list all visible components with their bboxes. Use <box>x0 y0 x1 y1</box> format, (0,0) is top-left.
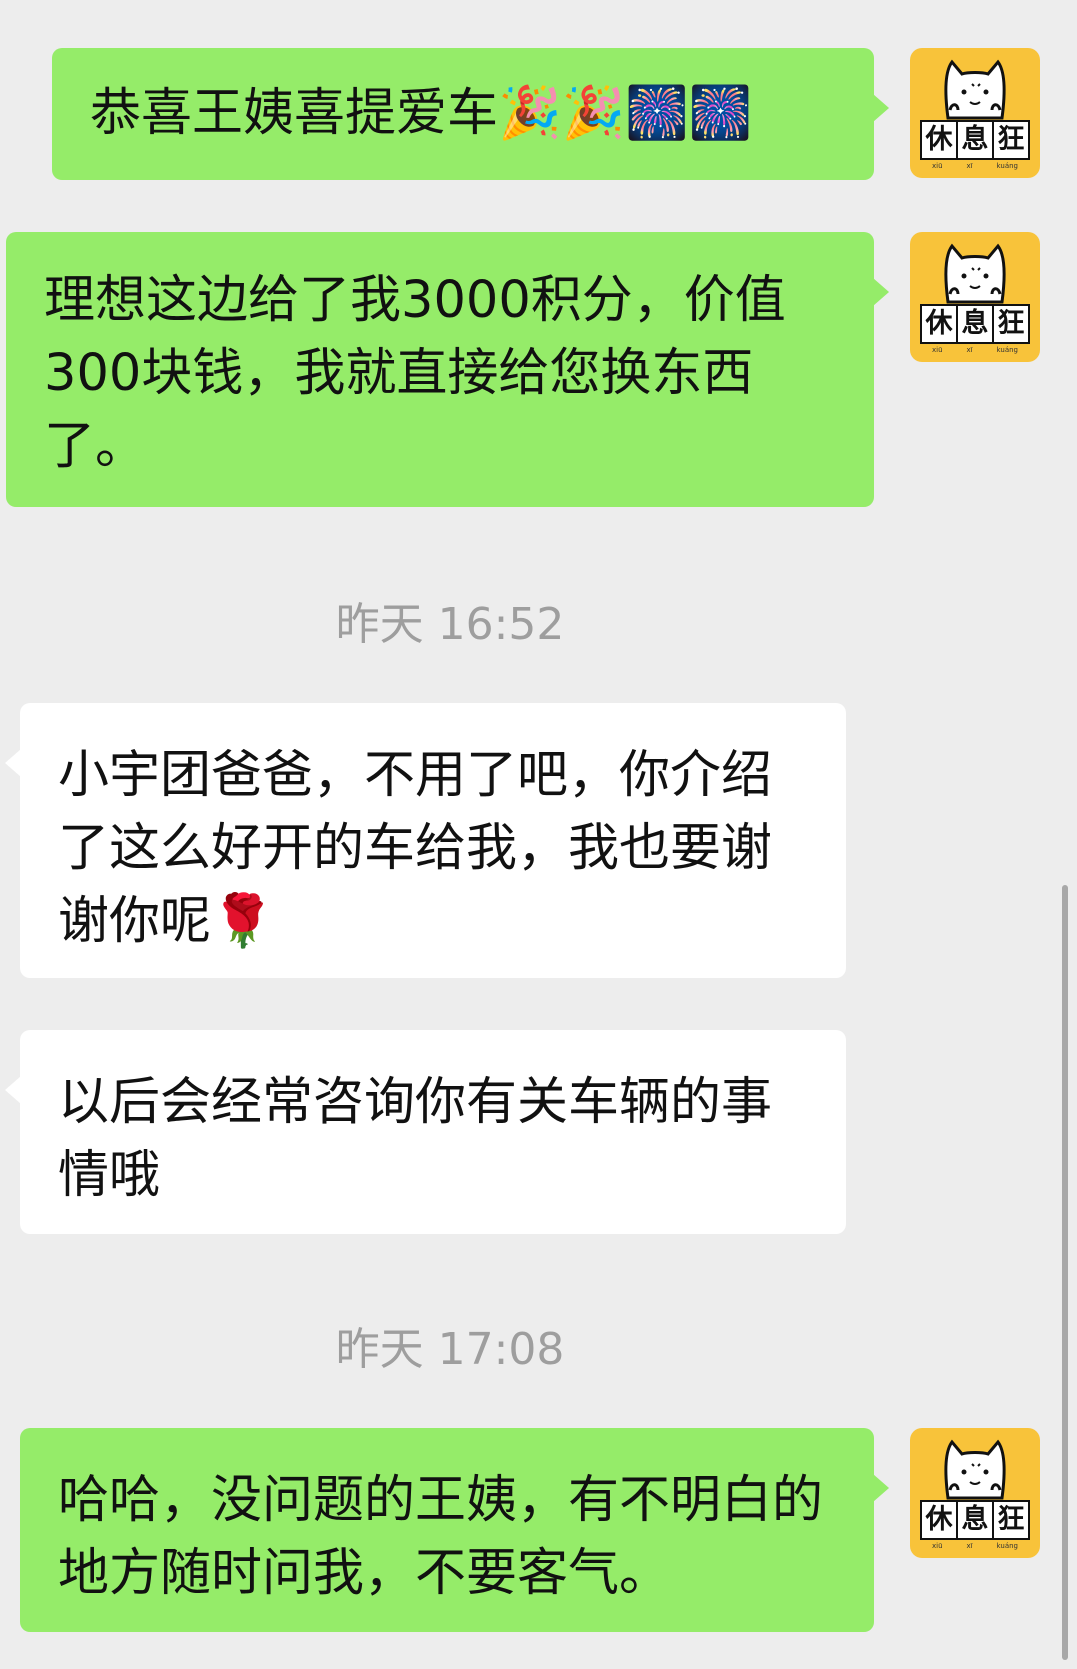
avatar-pinyin: xiū xī kuáng <box>931 1542 1018 1550</box>
message-bubble-outgoing[interactable]: 理想这边给了我3000积分，价值300块钱，我就直接给您换东西了。 <box>6 232 889 507</box>
message-text: 以后会经常咨询你有关车辆的事情哦 <box>58 1073 773 1205</box>
message-text: 小宇团爸爸，不用了吧，你介绍了这么好开的车给我，我也要谢谢你呢🌹 <box>58 746 773 951</box>
chat-window: 恭喜王姨喜提爱车🎉🎉🎆🎆 休 息 狂 xiū xī kuáng 理想这边给了我3… <box>0 0 1077 1669</box>
message-timestamp: 昨天 17:08 <box>335 1324 565 1375</box>
cat-mascot-icon <box>944 243 1006 304</box>
avatar[interactable]: 休 息 狂 xiū xī kuáng <box>910 48 1040 178</box>
avatar[interactable]: 休 息 狂 xiū xī kuáng <box>910 232 1040 362</box>
message-bubble-incoming[interactable]: 小宇团爸爸，不用了吧，你介绍了这么好开的车给我，我也要谢谢你呢🌹 <box>5 703 846 978</box>
avatar-logo: 休 息 狂 <box>920 1500 1030 1540</box>
message-bubble-outgoing[interactable]: 恭喜王姨喜提爱车🎉🎉🎆🎆 <box>52 48 889 180</box>
message-text: 理想这边给了我3000积分，价值300块钱，我就直接给您换东西了。 <box>44 271 786 476</box>
cat-mascot-icon <box>944 59 1006 120</box>
avatar-logo: 休 息 狂 <box>920 120 1030 160</box>
scrollbar[interactable] <box>1062 885 1068 1660</box>
message-bubble-incoming[interactable]: 以后会经常咨询你有关车辆的事情哦 <box>5 1030 846 1234</box>
message-bubble-outgoing[interactable]: 哈哈，没问题的王姨，有不明白的地方随时问我，不要客气。 <box>20 1428 889 1632</box>
avatar-pinyin: xiū xī kuáng <box>931 162 1018 170</box>
message-text: 哈哈，没问题的王姨，有不明白的地方随时问我，不要客气。 <box>58 1471 824 1603</box>
avatar-logo: 休 息 狂 <box>920 304 1030 344</box>
avatar[interactable]: 休 息 狂 xiū xī kuáng <box>910 1428 1040 1558</box>
message-text: 恭喜王姨喜提爱车🎉🎉🎆🎆 <box>90 84 753 143</box>
message-timestamp: 昨天 16:52 <box>335 599 565 650</box>
avatar-pinyin: xiū xī kuáng <box>931 346 1018 354</box>
cat-mascot-icon <box>944 1439 1006 1500</box>
